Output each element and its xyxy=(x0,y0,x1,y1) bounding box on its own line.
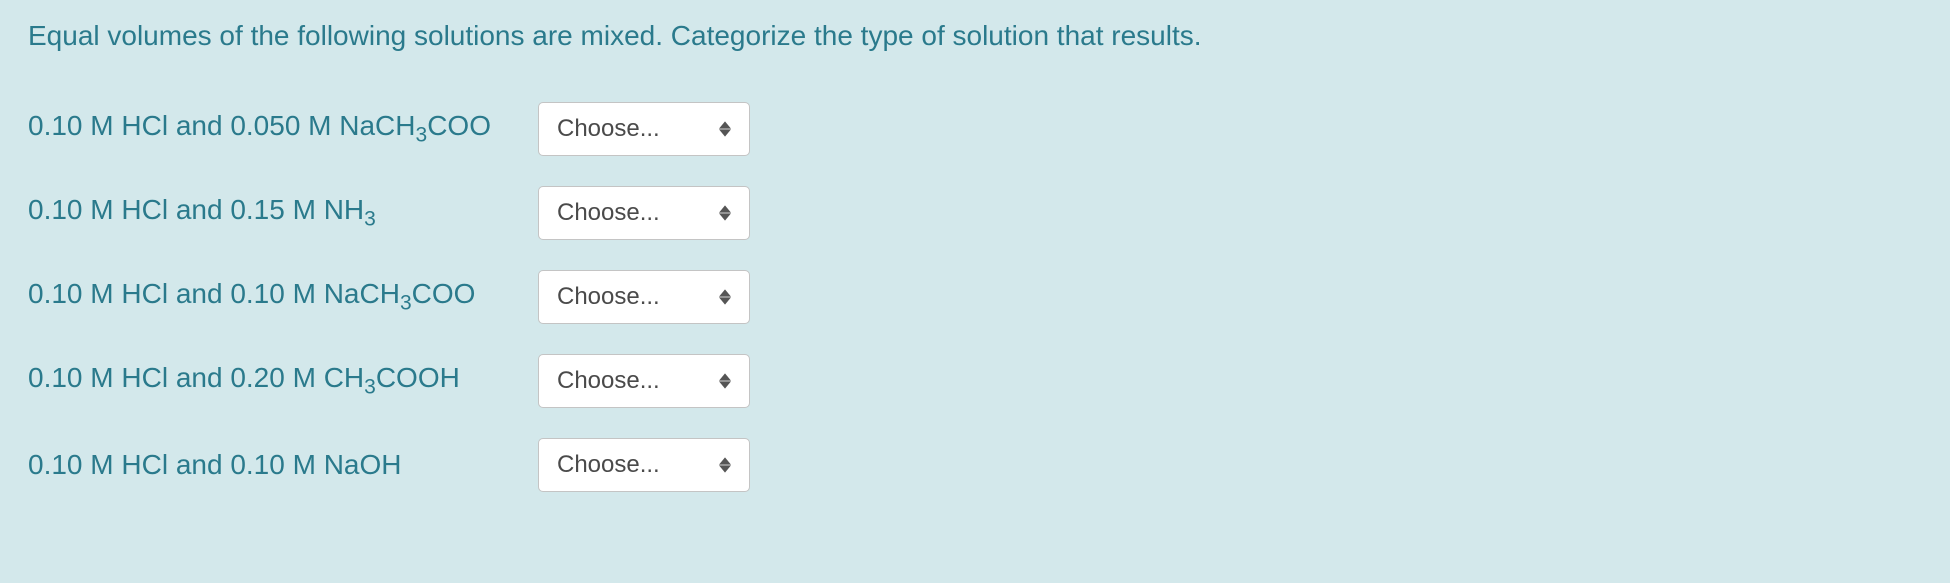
select-placeholder: Choose... xyxy=(557,451,660,479)
option-label: 0.10 M HCl and 0.050 M NaCH3COO xyxy=(28,110,538,148)
select-placeholder: Choose... xyxy=(557,367,660,395)
select-dropdown[interactable]: Choose... xyxy=(538,354,750,408)
updown-icon xyxy=(719,457,731,473)
select-placeholder: Choose... xyxy=(557,199,660,227)
select-dropdown[interactable]: Choose... xyxy=(538,270,750,324)
option-row: 0.10 M HCl and 0.10 M NaCH3COO Choose... xyxy=(28,270,1922,324)
updown-icon xyxy=(719,205,731,221)
updown-icon xyxy=(719,289,731,305)
select-dropdown[interactable]: Choose... xyxy=(538,186,750,240)
option-label: 0.10 M HCl and 0.10 M NaCH3COO xyxy=(28,278,538,316)
option-label: 0.10 M HCl and 0.15 M NH3 xyxy=(28,194,538,232)
select-dropdown[interactable]: Choose... xyxy=(538,102,750,156)
updown-icon xyxy=(719,373,731,389)
select-placeholder: Choose... xyxy=(557,283,660,311)
updown-icon xyxy=(719,121,731,137)
option-row: 0.10 M HCl and 0.050 M NaCH3COO Choose..… xyxy=(28,102,1922,156)
option-row: 0.10 M HCl and 0.10 M NaOH Choose... xyxy=(28,438,1922,492)
select-placeholder: Choose... xyxy=(557,115,660,143)
option-row: 0.10 M HCl and 0.15 M NH3 Choose... xyxy=(28,186,1922,240)
option-label: 0.10 M HCl and 0.10 M NaOH xyxy=(28,449,538,481)
option-label: 0.10 M HCl and 0.20 M CH3COOH xyxy=(28,362,538,400)
select-dropdown[interactable]: Choose... xyxy=(538,438,750,492)
question-prompt: Equal volumes of the following solutions… xyxy=(28,20,1922,52)
option-row: 0.10 M HCl and 0.20 M CH3COOH Choose... xyxy=(28,354,1922,408)
